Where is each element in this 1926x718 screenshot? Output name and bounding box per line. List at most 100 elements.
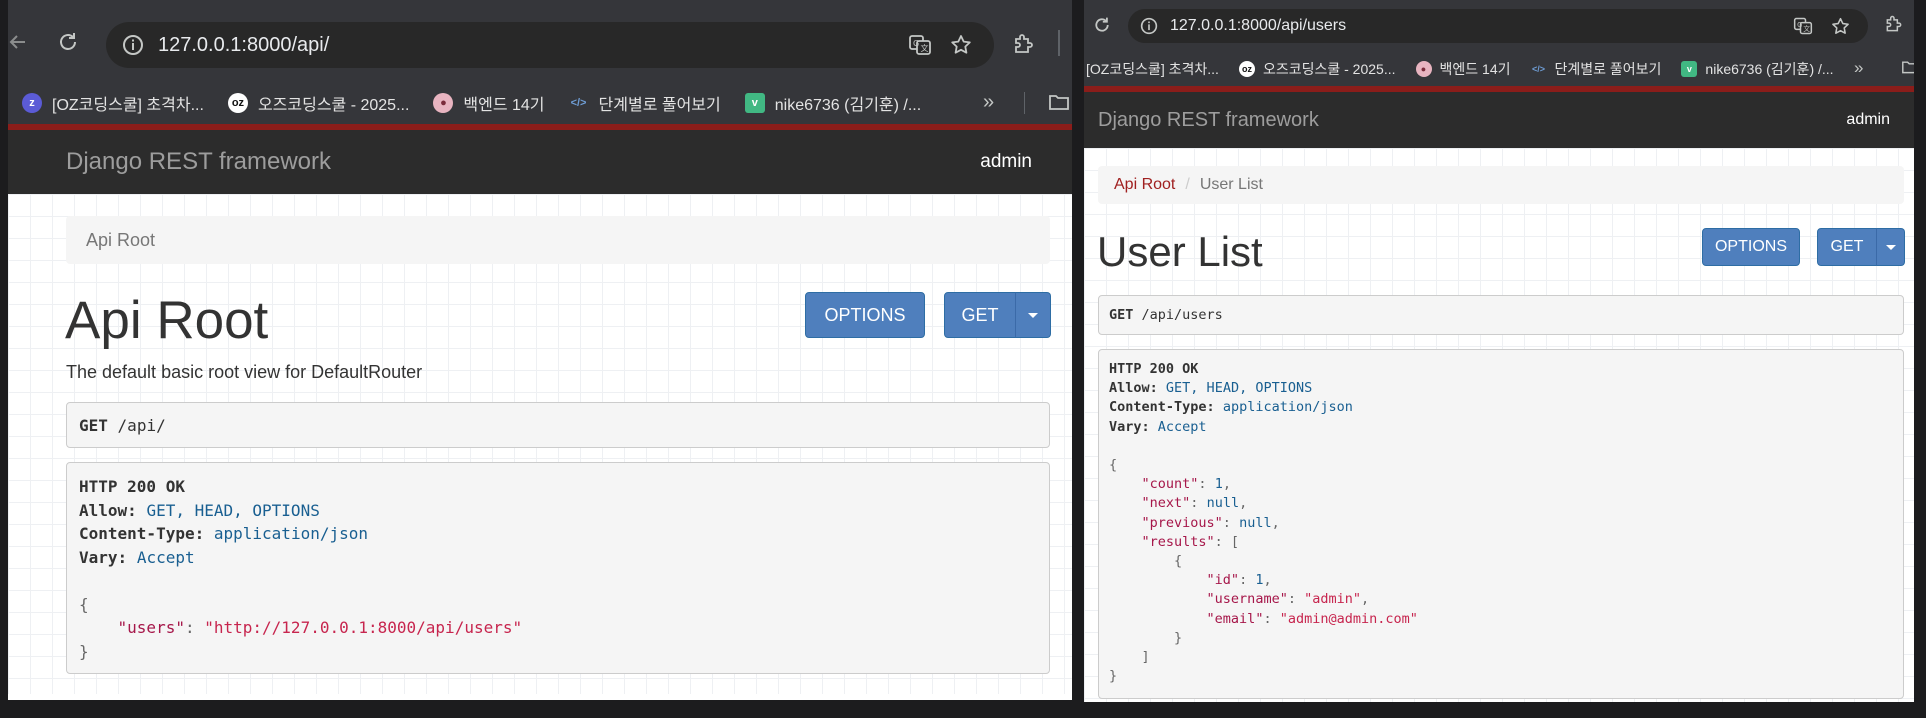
oz-logo-icon: oz (1238, 61, 1255, 77)
bookmark-item[interactable]: oz 오즈코딩스쿨 - 2025... (1238, 59, 1396, 79)
response-header: Allow: GET, HEAD, OPTIONS (1109, 380, 1313, 397)
v-logo-icon: v (744, 93, 765, 113)
breadcrumb-user-list: User List (1199, 176, 1263, 193)
extensions-puzzle-icon[interactable] (1884, 14, 1904, 34)
request-path: /api/ (117, 416, 166, 435)
json-line: "previous": null, (1141, 514, 1280, 531)
bookmark-item[interactable]: </> 단계별로 풀어보기 (569, 91, 721, 115)
options-button[interactable]: OPTIONS (805, 292, 925, 338)
page-title: User List (1097, 228, 1263, 275)
browser-toolbar: 127.0.0.1:8000/api/ G文 (8, 0, 1072, 82)
breadcrumb-separator: / (1185, 176, 1190, 193)
bookmark-label: [OZ코딩스쿨] 초격차... (52, 97, 204, 114)
bookmark-label: 단계별로 풀어보기 (1554, 61, 1662, 77)
bookmark-item[interactable]: </> 단계별로 풀어보기 (1530, 59, 1661, 79)
bookmarks-bar: z [OZ코딩스쿨] 초격차... oz 오즈코딩스쿨 - 2025... ● … (8, 82, 1072, 124)
reload-icon[interactable] (1092, 15, 1112, 35)
svg-text:G: G (913, 39, 919, 48)
back-arrow-icon[interactable] (8, 30, 28, 54)
translate-icon[interactable]: G文 (1793, 16, 1813, 36)
browser-window-right: 127.0.0.1:8000/api/users G文 [OZ코딩스쿨] 초격차… (1084, 0, 1914, 702)
bookmark-item[interactable]: z [OZ코딩스쿨] 초격차... (22, 91, 204, 115)
json-brace: } (1109, 668, 1118, 685)
json-line: "username": "admin", (1206, 591, 1370, 608)
drf-accent-bar (1084, 86, 1914, 92)
json-brace: { (79, 594, 89, 614)
bookmark-item[interactable]: ● 백엔드 14기 (433, 91, 545, 115)
bookmark-label: 백엔드 14기 (463, 97, 545, 114)
response-info: HTTP 200 OK Allow: GET, HEAD, OPTIONS Co… (66, 462, 1050, 674)
response-info: HTTP 200 OK Allow: GET, HEAD, OPTIONS Co… (1098, 349, 1904, 699)
browser-chrome: 127.0.0.1:8000/api/ G文 z [OZ코딩스쿨] 초격차... (8, 0, 1072, 130)
browser-toolbar: 127.0.0.1:8000/api/users G文 (1084, 0, 1914, 52)
json-line: "id": 1, (1206, 572, 1272, 589)
drf-accent-bar (8, 124, 1072, 130)
json-line: "next": null, (1141, 495, 1248, 512)
bookmark-item[interactable]: oz 오즈코딩스쿨 - 2025... (227, 91, 410, 115)
drf-navbar: Django REST framework admin (8, 130, 1072, 194)
svg-text:文: 文 (1803, 24, 1810, 33)
translate-icon[interactable]: G文 (908, 33, 932, 57)
site-info-icon[interactable] (1140, 17, 1158, 35)
users-url-link[interactable]: "http://127.0.0.1:8000/api/users" (204, 618, 522, 637)
response-header: Vary: Accept (79, 547, 195, 567)
get-format-dropdown[interactable] (1015, 292, 1051, 338)
bookmark-star-icon[interactable] (1831, 17, 1850, 36)
breadcrumb-api-root-link[interactable]: Api Root (1114, 176, 1175, 194)
options-button[interactable]: OPTIONS (1702, 228, 1800, 266)
drf-brand-link[interactable]: Django REST framework (66, 148, 331, 176)
json-line: "results": [ (1141, 533, 1240, 550)
json-brace: ] (1109, 649, 1150, 666)
browser-window-left: 127.0.0.1:8000/api/ G文 z [OZ코딩스쿨] 초격차... (8, 0, 1072, 700)
request-info: GET /api/ (66, 402, 1050, 448)
bookmark-label: 단계별로 풀어보기 (598, 97, 721, 114)
page-content: Api Root / User List User List OPTIONS G… (1084, 148, 1914, 702)
chevron-double-right-icon[interactable]: » (983, 91, 994, 114)
breadcrumb: Api Root / User List (1098, 166, 1904, 204)
json-brace: { (1109, 457, 1118, 474)
bookmark-label: [OZ코딩스쿨] 초격차... (1086, 61, 1219, 77)
url-text[interactable]: 127.0.0.1:8000/api/ (158, 34, 329, 57)
json-line: "users": "http://127.0.0.1:8000/api/user… (117, 618, 523, 637)
bookmark-item[interactable]: v nike6736 (김기훈) /... (744, 91, 922, 115)
get-format-dropdown[interactable] (1876, 228, 1905, 266)
get-button[interactable]: GET (1817, 228, 1877, 266)
get-button[interactable]: GET (944, 292, 1016, 338)
drf-brand-link[interactable]: Django REST framework (1098, 109, 1319, 132)
address-bar[interactable]: 127.0.0.1:8000/api/users G文 (1128, 9, 1868, 43)
json-line: "count": 1, (1141, 476, 1231, 493)
bear-icon: ● (433, 93, 454, 113)
svg-text:文: 文 (921, 43, 929, 53)
reload-icon[interactable] (56, 30, 80, 54)
url-text[interactable]: 127.0.0.1:8000/api/users (1170, 17, 1346, 35)
response-status: HTTP 200 OK (79, 477, 185, 496)
site-info-icon[interactable] (122, 34, 144, 56)
request-method: GET (79, 416, 108, 435)
v-logo-icon: v (1681, 61, 1698, 77)
toolbar-divider (1058, 30, 1060, 56)
bookmark-label: nike6736 (김기훈) /... (774, 97, 922, 114)
response-header: Allow: GET, HEAD, OPTIONS (79, 500, 320, 520)
bookmark-label: 오즈코딩스쿨 - 2025... (257, 97, 410, 114)
code-icon: </> (570, 97, 587, 109)
folder-icon[interactable] (1048, 92, 1070, 117)
caret-down-icon (1885, 244, 1896, 250)
response-status: HTTP 200 OK (1109, 361, 1199, 377)
user-menu[interactable]: admin (980, 151, 1032, 173)
breadcrumb-api-root: Api Root (86, 229, 156, 250)
chevron-double-right-icon[interactable]: » (1854, 58, 1863, 78)
folder-icon[interactable] (1901, 59, 1914, 80)
response-header: Content-Type: application/json (1109, 399, 1353, 416)
browser-chrome: 127.0.0.1:8000/api/users G文 [OZ코딩스쿨] 초격차… (1084, 0, 1914, 92)
address-bar[interactable]: 127.0.0.1:8000/api/ G文 (106, 22, 994, 68)
extensions-puzzle-icon[interactable] (1012, 32, 1036, 56)
user-menu[interactable]: admin (1846, 111, 1890, 129)
bookmark-item[interactable]: v nike6736 (김기훈) /... (1681, 59, 1834, 79)
bookmark-item[interactable]: [OZ코딩스쿨] 초격차... (1086, 59, 1219, 79)
bookmark-star-icon[interactable] (950, 34, 972, 56)
page-title: Api Root (65, 291, 269, 350)
bookmark-item[interactable]: ● 백엔드 14기 (1415, 59, 1510, 79)
breadcrumb: Api Root (66, 216, 1050, 264)
request-info: GET /api/users (1098, 295, 1904, 335)
bookmarks-divider (1024, 92, 1025, 114)
